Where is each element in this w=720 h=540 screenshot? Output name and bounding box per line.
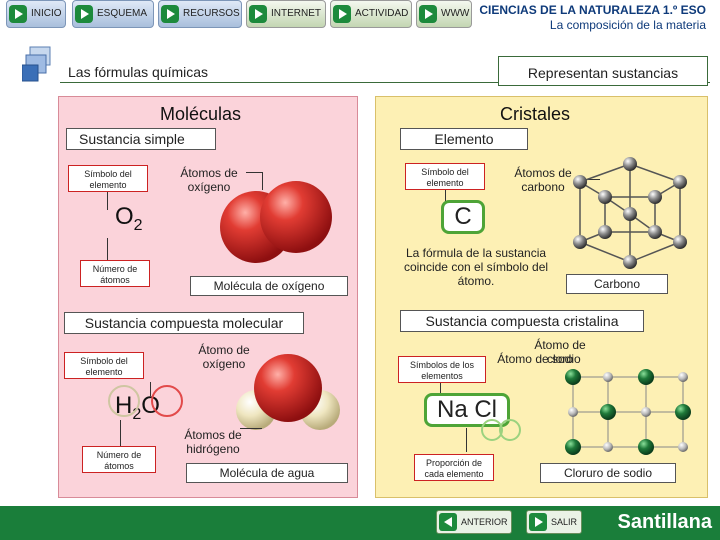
hydrogen-atoms-label: Átomos de hidrógeno xyxy=(184,428,242,456)
water-molecule-model xyxy=(236,354,340,430)
connector-line xyxy=(120,420,121,446)
nav-esquema-button[interactable]: ESQUEMA xyxy=(72,0,154,28)
crystals-title: Cristales xyxy=(500,104,571,124)
molecules-title: Moléculas xyxy=(160,104,242,124)
exit-button[interactable]: SALIR xyxy=(526,510,582,534)
molecular-compound-heading: Sustancia compuesta molecular xyxy=(64,312,304,334)
nav-label: WWW xyxy=(441,8,470,19)
nav-label: ACTIVIDAD xyxy=(355,8,409,19)
previous-label: ANTERIOR xyxy=(461,517,508,527)
nav-recursos-button[interactable]: RECURSOS xyxy=(158,0,242,28)
nav-inicio-button[interactable]: INICIO xyxy=(6,0,66,28)
atom-count-label-box: Número de átomos xyxy=(82,446,156,473)
symbol-label-box: Símbolo del elemento xyxy=(64,352,144,379)
nav-label: RECURSOS xyxy=(183,8,240,19)
connector-line xyxy=(107,192,108,210)
oxygen-molecule-model xyxy=(220,181,332,263)
footer-bar xyxy=(0,506,720,540)
crystalline-compound-heading: Sustancia compuesta cristalina xyxy=(400,310,644,332)
exit-arrow-icon xyxy=(529,513,547,531)
formula-c: C xyxy=(441,200,485,234)
play-arrow-icon xyxy=(75,5,93,23)
formula-symbol: O xyxy=(115,203,134,230)
nav-label: INICIO xyxy=(31,8,62,19)
formula-o2: O2 xyxy=(115,203,143,235)
play-arrow-icon xyxy=(9,5,27,23)
unit-subtitle: La composición de la materia xyxy=(549,18,706,32)
section-title: Las fórmulas químicas xyxy=(68,64,209,80)
sodium-chloride-crystal-model xyxy=(565,369,691,455)
back-arrow-icon xyxy=(439,513,457,531)
formula-subscript: 2 xyxy=(133,217,143,234)
carbon-caption: Carbono xyxy=(566,274,668,294)
nav-internet-button[interactable]: INTERNET xyxy=(246,0,326,28)
formula-note: La fórmula de la sustancia coincide con … xyxy=(403,246,549,288)
exit-label: SALIR xyxy=(551,517,578,527)
simple-substance-heading: Sustancia simple xyxy=(66,128,216,150)
sodium-chloride-caption: Cloruro de sodio xyxy=(540,463,676,483)
carbon-crystal-model xyxy=(573,157,687,269)
course-title: CIENCIAS DE LA NATURALEZA 1.º ESO xyxy=(479,3,706,17)
connector-line xyxy=(107,238,108,260)
nav-label: INTERNET xyxy=(271,8,321,19)
symbol-label-box: Símbolo del elemento xyxy=(405,163,485,190)
play-arrow-icon xyxy=(419,5,437,23)
play-arrow-icon xyxy=(249,5,267,23)
nav-actividad-button[interactable]: ACTIVIDAD xyxy=(330,0,412,28)
atom-count-label-box: Número de átomos xyxy=(80,260,150,287)
symbol-label-box: Símbolo del elemento xyxy=(68,165,148,192)
play-arrow-icon xyxy=(333,5,351,23)
connector-line xyxy=(246,172,262,173)
connector-line xyxy=(466,428,467,452)
nav-label: ESQUEMA xyxy=(97,8,148,19)
symbols-label-box: Símbolos de los elementos xyxy=(398,356,486,383)
ratio-label-box: Proporción de cada elemento xyxy=(414,454,494,481)
water-molecule-caption: Molécula de agua xyxy=(186,463,348,483)
nav-www-button[interactable]: WWW xyxy=(416,0,472,28)
ratio-marker-icon xyxy=(481,419,521,441)
connector-line xyxy=(240,428,262,429)
element-heading: Elemento xyxy=(400,128,528,150)
previous-button[interactable]: ANTERIOR xyxy=(436,510,512,534)
document-stack-icon xyxy=(22,46,51,82)
oxygen-molecule-caption: Molécula de oxígeno xyxy=(190,276,348,296)
section-tag: Representan sustancias xyxy=(498,56,708,86)
publisher-logo: Santillana xyxy=(617,511,712,533)
play-arrow-icon xyxy=(161,5,179,23)
highlight-ring xyxy=(151,385,183,417)
highlight-ring xyxy=(108,385,140,417)
